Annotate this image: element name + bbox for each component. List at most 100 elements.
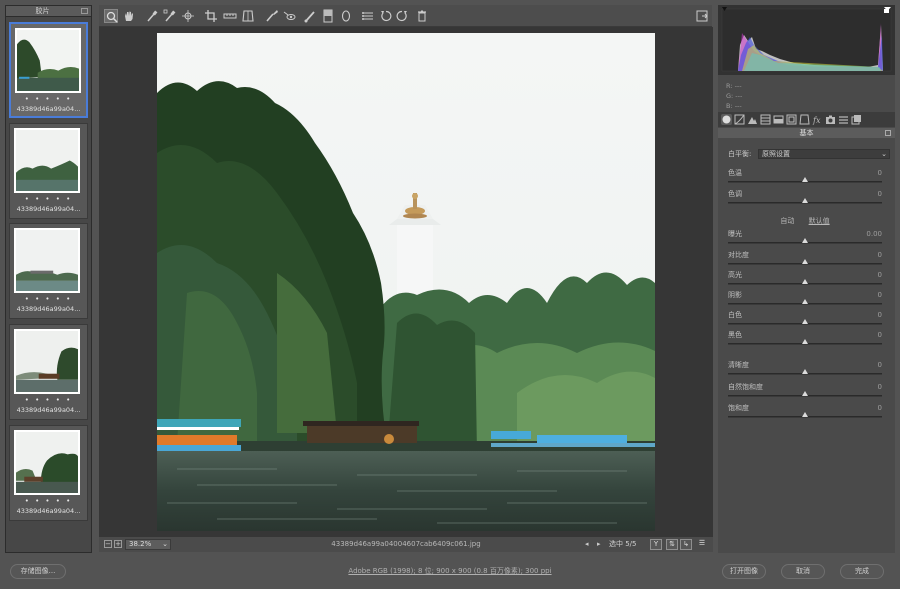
filmstrip-thumbnail[interactable]: • • • • • 43389d46a99a04...: [9, 123, 88, 219]
temperature-slider[interactable]: 色温 0: [728, 168, 882, 188]
adjustment-brush-icon[interactable]: [303, 9, 317, 23]
color-sampler-icon[interactable]: [163, 9, 177, 23]
split-toning-tab-icon[interactable]: [773, 114, 784, 125]
shadows-slider[interactable]: 阴影 0: [728, 290, 882, 310]
contrast-slider[interactable]: 对比度 0: [728, 250, 882, 270]
saturation-slider[interactable]: 饱和度 0: [728, 403, 882, 423]
slider-label: 曝光: [728, 230, 742, 238]
slider-value[interactable]: 0: [878, 330, 882, 340]
default-button[interactable]: 默认值: [809, 217, 830, 225]
thumbnail-rating[interactable]: • • • • •: [11, 95, 86, 103]
slider-thumb[interactable]: [802, 339, 808, 344]
slider-value[interactable]: 0: [878, 189, 882, 199]
effects-tab-icon[interactable]: fx: [812, 114, 823, 125]
transform-icon[interactable]: [241, 9, 255, 23]
slider-value[interactable]: 0.00: [866, 229, 882, 239]
slider-thumb[interactable]: [802, 259, 808, 264]
chevron-down-icon: ⌄: [881, 150, 887, 158]
graduated-filter-icon[interactable]: [321, 9, 335, 23]
slider-thumb[interactable]: [802, 238, 808, 243]
trash-icon[interactable]: [415, 9, 429, 23]
rotate-right-icon[interactable]: [395, 9, 409, 23]
hsl-tab-icon[interactable]: [760, 114, 771, 125]
highlights-slider[interactable]: 高光 0: [728, 270, 882, 290]
filmstrip-thumbnail[interactable]: • • • • • 43389d46a99a04...: [9, 223, 88, 319]
slider-thumb[interactable]: [802, 299, 808, 304]
slider-thumb[interactable]: [802, 198, 808, 203]
zoom-tool-icon[interactable]: [104, 9, 118, 23]
before-after-view-button[interactable]: Y: [650, 539, 662, 550]
filmstrip-menu-icon[interactable]: [81, 8, 88, 14]
slider-thumb[interactable]: [802, 177, 808, 182]
tint-slider[interactable]: 色调 0: [728, 189, 882, 209]
detail-tab-icon[interactable]: [747, 114, 758, 125]
filmstrip-thumbnail[interactable]: • • • • • 43389d46a99a04...: [9, 22, 88, 118]
spot-removal-icon[interactable]: [265, 9, 279, 23]
fullscreen-toggle-icon[interactable]: [695, 9, 709, 23]
next-image-icon[interactable]: ▸: [597, 540, 601, 548]
slider-value[interactable]: 0: [878, 403, 882, 413]
white-balance-icon[interactable]: [145, 9, 159, 23]
zoom-level-select[interactable]: 38.2% ⌄: [125, 539, 171, 550]
transform-tab-icon[interactable]: [799, 114, 810, 125]
filmstrip-panel: 胶片 • • • • • 43389d46a99a04... • • • • •…: [5, 5, 92, 553]
done-button[interactable]: 完成: [840, 564, 884, 579]
selection-count: 选中 5/5: [609, 540, 637, 548]
basic-tab-icon[interactable]: [721, 114, 732, 125]
blacks-slider[interactable]: 黑色 0: [728, 330, 882, 350]
swap-settings-button[interactable]: ⇅: [666, 539, 678, 550]
slider-thumb[interactable]: [802, 279, 808, 284]
crop-icon[interactable]: [204, 9, 218, 23]
slider-thumb[interactable]: [802, 319, 808, 324]
workflow-options-link[interactable]: Adobe RGB (1998); 8 位; 900 x 900 (0.8 百万…: [250, 566, 650, 577]
lens-corrections-tab-icon[interactable]: [786, 114, 797, 125]
copy-settings-button[interactable]: ↳: [680, 539, 692, 550]
thumbnail-rating[interactable]: • • • • •: [10, 195, 87, 203]
snapshots-tab-icon[interactable]: [851, 114, 862, 125]
filmstrip-thumbnail[interactable]: • • • • • 43389d46a99a04...: [9, 324, 88, 420]
chevron-down-icon: ⌄: [162, 540, 168, 548]
zoom-out-button[interactable]: −: [104, 540, 112, 548]
zoom-in-button[interactable]: +: [114, 540, 122, 548]
target-adjust-icon[interactable]: [181, 9, 195, 23]
thumbnail-rating[interactable]: • • • • •: [10, 295, 87, 303]
slider-value[interactable]: 0: [878, 290, 882, 300]
camera-calibration-tab-icon[interactable]: [825, 114, 836, 125]
section-menu-icon[interactable]: [885, 130, 891, 136]
presets-tab-icon[interactable]: [838, 114, 849, 125]
radial-filter-icon[interactable]: [339, 9, 353, 23]
filmstrip-thumbnail[interactable]: • • • • • 43389d46a99a04...: [9, 425, 88, 521]
white-balance-select[interactable]: 原照设置 ⌄: [758, 149, 890, 159]
clarity-slider[interactable]: 清晰度 0: [728, 360, 882, 380]
slider-thumb[interactable]: [802, 369, 808, 374]
slider-thumb[interactable]: [802, 391, 808, 396]
slider-value[interactable]: 0: [878, 168, 882, 178]
auto-button[interactable]: 自动: [780, 217, 794, 225]
previous-image-icon[interactable]: ◂: [585, 540, 589, 548]
rotate-left-icon[interactable]: [379, 9, 393, 23]
thumbnail-rating[interactable]: • • • • •: [10, 396, 87, 404]
slider-thumb[interactable]: [802, 412, 808, 417]
preview-settings-icon[interactable]: ☰: [696, 539, 708, 550]
preferences-icon[interactable]: [361, 9, 375, 23]
thumbnail-image: [14, 329, 80, 394]
slider-value[interactable]: 0: [878, 250, 882, 260]
red-eye-icon[interactable]: [283, 9, 297, 23]
slider-value[interactable]: 0: [878, 310, 882, 320]
vibrance-slider[interactable]: 自然饱和度 0: [728, 382, 882, 402]
slider-value[interactable]: 0: [878, 360, 882, 370]
whites-slider[interactable]: 白色 0: [728, 310, 882, 330]
thumbnail-filename: 43389d46a99a04...: [16, 507, 81, 515]
slider-value[interactable]: 0: [878, 270, 882, 280]
exposure-slider[interactable]: 曝光 0.00: [728, 229, 882, 249]
thumbnail-rating[interactable]: • • • • •: [10, 497, 87, 505]
open-image-button[interactable]: 打开图像: [722, 564, 766, 579]
bottom-bar: 存储图像... Adobe RGB (1998); 8 位; 900 x 900…: [0, 556, 900, 589]
save-image-button[interactable]: 存储图像...: [10, 564, 66, 579]
image-preview-area[interactable]: [99, 27, 713, 537]
straighten-icon[interactable]: [223, 9, 237, 23]
tone-curve-tab-icon[interactable]: [734, 114, 745, 125]
hand-tool-icon[interactable]: [122, 9, 136, 23]
slider-value[interactable]: 0: [878, 382, 882, 392]
cancel-button[interactable]: 取消: [781, 564, 825, 579]
